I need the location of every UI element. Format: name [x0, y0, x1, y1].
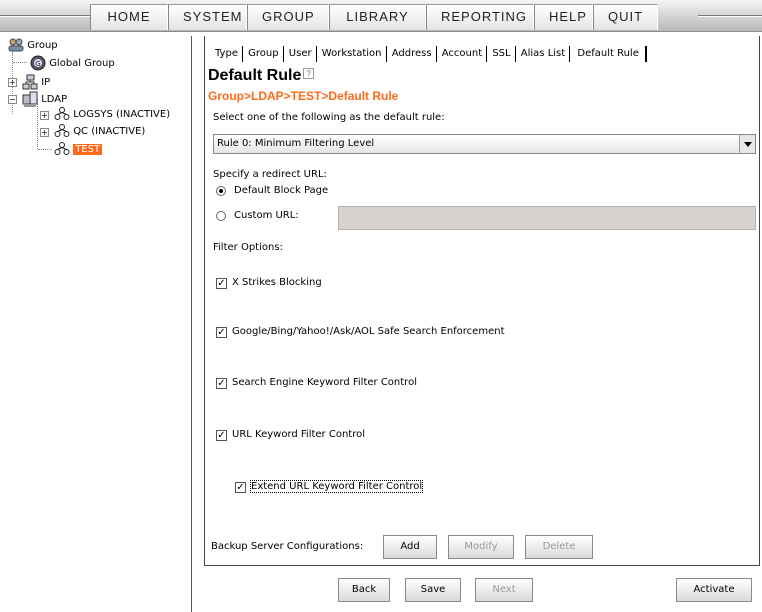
- tree-item-ip[interactable]: IP: [22, 74, 50, 90]
- tree-label-group: Group: [27, 40, 58, 51]
- tree-item-test[interactable]: TEST: [54, 142, 103, 158]
- tree-item-qc[interactable]: QC (INACTIVE): [54, 124, 145, 140]
- tree-label-ldap: LDAP: [41, 94, 68, 105]
- menu-quit[interactable]: QUIT: [593, 4, 658, 30]
- users-icon: [54, 124, 70, 137]
- tab-workstation[interactable]: Workstation: [320, 46, 387, 62]
- activate-button[interactable]: Activate: [676, 578, 752, 602]
- custom-url-radio[interactable]: [216, 211, 226, 221]
- extend-url-keyword-label: Extend URL Keyword Filter Control: [249, 480, 424, 493]
- menu-home[interactable]: HOME: [90, 4, 168, 30]
- tab-group[interactable]: Group: [246, 46, 284, 62]
- tree-item-ldap[interactable]: LDAP: [22, 91, 67, 107]
- tree-label-ip: IP: [41, 77, 51, 88]
- tab-user[interactable]: User: [287, 46, 317, 62]
- tab-account[interactable]: Account: [440, 46, 488, 62]
- custom-url-input[interactable]: [338, 206, 756, 230]
- url-keyword-label: URL Keyword Filter Control: [232, 429, 365, 440]
- back-button[interactable]: Back: [338, 578, 390, 602]
- tree-label-test: TEST: [73, 144, 103, 155]
- default-rule-value: Rule 0: Minimum Filtering Level: [217, 138, 375, 149]
- expand-logsys-icon[interactable]: +: [40, 111, 49, 120]
- custom-url-label: Custom URL:: [234, 210, 299, 221]
- delete-button[interactable]: Delete: [525, 535, 593, 559]
- menu-group[interactable]: GROUP: [247, 4, 329, 30]
- users-icon: [54, 142, 70, 155]
- filter-options-label: Filter Options:: [213, 242, 283, 253]
- backup-config-label: Backup Server Configurations:: [211, 541, 364, 552]
- next-button[interactable]: Next: [475, 578, 533, 602]
- network-icon: [22, 74, 38, 90]
- default-block-label: Default Block Page: [234, 185, 329, 196]
- x-strikes-checkbox[interactable]: ✓: [216, 278, 227, 289]
- redirect-url-label: Specify a redirect URL:: [213, 169, 327, 180]
- add-button[interactable]: Add: [383, 535, 437, 559]
- tab-default-rule[interactable]: Default Rule: [573, 46, 647, 62]
- search-keyword-checkbox[interactable]: ✓: [216, 378, 227, 389]
- safe-search-checkbox[interactable]: ✓: [216, 327, 227, 338]
- tree-item-global-group[interactable]: G Global Group: [30, 55, 115, 71]
- help-icon[interactable]: ?: [303, 68, 315, 80]
- url-keyword-checkbox[interactable]: ✓: [216, 430, 227, 441]
- collapse-ldap-icon[interactable]: −: [8, 95, 17, 104]
- expand-ip-icon[interactable]: +: [8, 78, 17, 87]
- tree-item-group[interactable]: Group: [8, 38, 58, 54]
- menu-help[interactable]: HELP: [534, 4, 593, 30]
- tree-connector: [38, 149, 52, 150]
- tree-connector: [13, 62, 27, 63]
- tab-ssl[interactable]: SSL: [490, 46, 516, 62]
- tab-alias-list[interactable]: Alias List: [519, 46, 571, 62]
- chevron-down-icon[interactable]: [739, 135, 755, 153]
- select-rule-label: Select one of the following as the defau…: [213, 112, 445, 123]
- top-menu-bar: HOME SYSTEM GROUP LIBRARY REPORTING HELP…: [0, 0, 762, 32]
- group-tree: Group G Global Group + IP − LDAP + LOGSY…: [2, 36, 192, 612]
- tree-label-global-group: Global Group: [49, 58, 115, 69]
- extend-url-keyword-checkbox[interactable]: ✓: [235, 482, 246, 493]
- x-strikes-label: X Strikes Blocking: [232, 277, 322, 288]
- menu-divider-left: [0, 15, 90, 17]
- tree-item-logsys[interactable]: LOGSYS (INACTIVE): [54, 107, 170, 123]
- tree-label-qc: QC (INACTIVE): [73, 126, 146, 137]
- default-block-radio[interactable]: [216, 186, 226, 196]
- ldap-icon: [22, 91, 38, 107]
- tab-type[interactable]: Type: [213, 46, 243, 62]
- menu-system[interactable]: SYSTEM: [168, 4, 247, 30]
- svg-text:G: G: [35, 60, 40, 68]
- breadcrumb: Group>LDAP>TEST>Default Rule: [208, 89, 399, 103]
- tab-address[interactable]: Address: [390, 46, 437, 62]
- modify-button[interactable]: Modify: [448, 535, 514, 559]
- safe-search-label: Google/Bing/Yahoo!/Ask/AOL Safe Search E…: [232, 326, 505, 337]
- tree-label-logsys: LOGSYS (INACTIVE): [73, 109, 171, 120]
- menu-divider-right: [698, 15, 762, 17]
- globe-icon: G: [30, 55, 46, 71]
- menu-library[interactable]: LIBRARY: [329, 4, 426, 30]
- menu-reporting[interactable]: REPORTING: [426, 4, 534, 30]
- page-title: Default Rule?: [208, 67, 315, 85]
- save-button[interactable]: Save: [405, 578, 461, 602]
- default-rule-select[interactable]: Rule 0: Minimum Filtering Level: [213, 134, 756, 154]
- settings-panel: Type Group User Workstation Address Acco…: [204, 36, 760, 566]
- users-icon: [54, 107, 70, 120]
- search-keyword-label: Search Engine Keyword Filter Control: [232, 377, 417, 388]
- page-title-text: Default Rule: [208, 67, 302, 84]
- menu-items: HOME SYSTEM GROUP LIBRARY REPORTING HELP…: [90, 4, 658, 30]
- tab-bar: Type Group User Workstation Address Acco…: [213, 46, 647, 62]
- expand-qc-icon[interactable]: +: [40, 128, 49, 137]
- group-icon: [8, 38, 24, 52]
